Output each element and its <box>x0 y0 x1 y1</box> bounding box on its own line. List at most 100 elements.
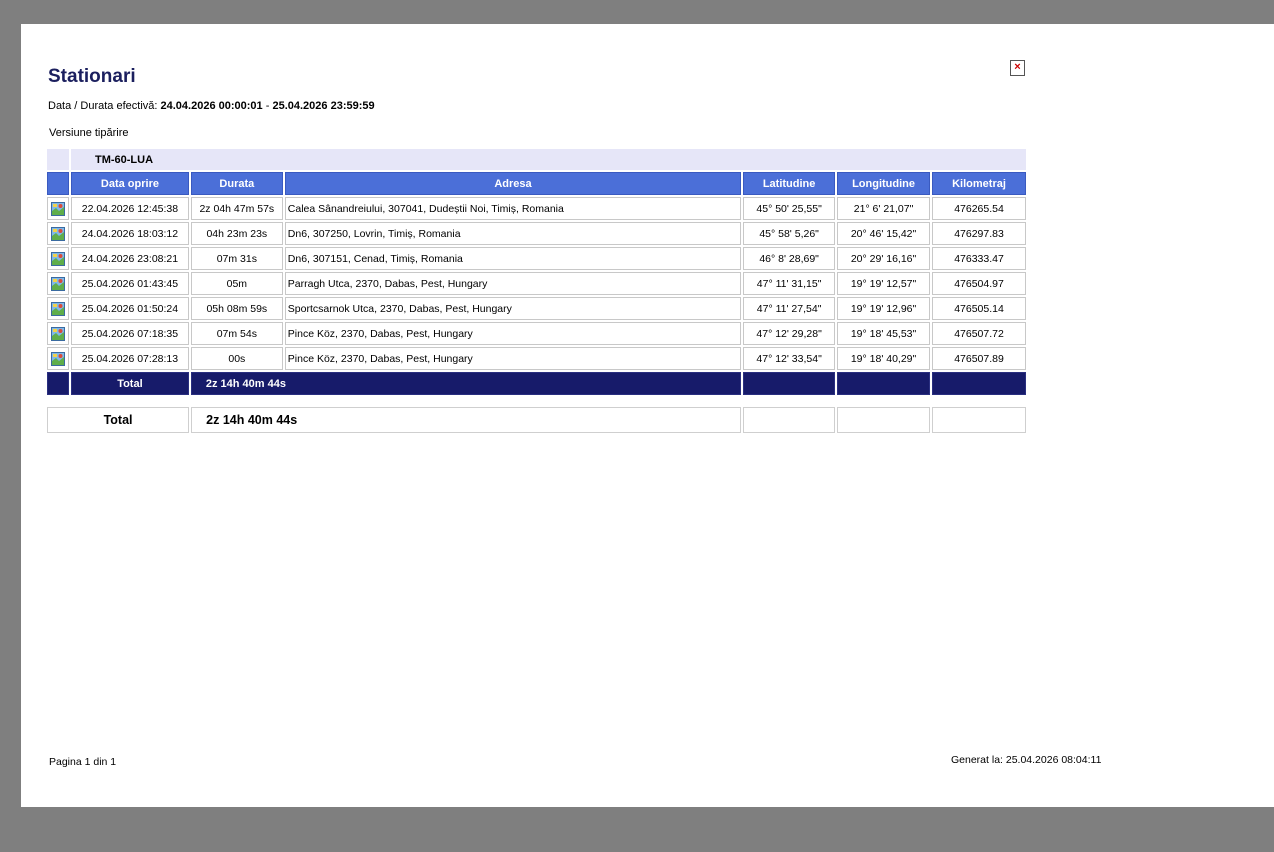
cell-mileage: 476504.97 <box>932 272 1026 295</box>
table-row: 25.04.2026 07:18:35 07m 54s Pince Köz, 237… <box>47 322 1026 345</box>
map-icon-cell <box>47 222 69 245</box>
table-row: 25.04.2026 01:50:24 05h 08m 59s Sportcsarn… <box>47 297 1026 320</box>
grand-total-table: Total 2z 14h 40m 44s <box>45 405 1028 435</box>
cell-stop-date: 24.04.2026 18:03:12 <box>70 222 189 245</box>
cell-longitude: 19° 18' 45,53" <box>837 322 931 345</box>
cell-longitude: 19° 18' 40,29" <box>837 347 931 370</box>
grand-total-duration: 2z 14h 40m 44s <box>191 407 741 433</box>
cell-address: Parragh Utca, 2370, Dabas, Pest, Hungary <box>284 272 742 295</box>
grand-total-row: Total 2z 14h 40m 44s <box>47 407 1026 433</box>
cell-longitude: 20° 29' 16,16" <box>837 247 931 270</box>
header-stop-date[interactable]: Data oprire <box>70 172 189 195</box>
cell-latitude: 47° 11' 31,15" <box>743 272 836 295</box>
table-row: 24.04.2026 23:08:21 07m 31s Dn6, 307151, C… <box>47 247 1026 270</box>
cell-duration: 05m <box>190 272 283 295</box>
header-mileage[interactable]: Kilometraj <box>932 172 1026 195</box>
map-icon-cell <box>47 272 69 295</box>
table-row: 25.04.2026 07:28:13 00s Pince Köz, 2370, D… <box>47 347 1026 370</box>
map-icon-cell <box>47 322 69 345</box>
cell-stop-date: 25.04.2026 07:18:35 <box>70 322 189 345</box>
vehicle-plate: TM-60-LUA <box>70 149 1026 170</box>
cell-longitude: 20° 46' 15,42" <box>837 222 931 245</box>
grand-total-empty-km <box>931 407 1026 433</box>
grand-total-label: Total <box>47 407 190 433</box>
map-icon-cell <box>47 197 69 220</box>
total-empty-lon <box>837 372 931 395</box>
map-icon[interactable] <box>50 351 65 366</box>
total-empty-km <box>932 372 1026 395</box>
map-icon[interactable] <box>50 326 65 341</box>
generated-timestamp: Generat la: 25.04.2026 08:04:11 <box>951 754 1102 766</box>
map-icon[interactable] <box>50 251 65 266</box>
cell-longitude: 21° 6' 21,07" <box>837 197 931 220</box>
cell-mileage: 476507.89 <box>932 347 1026 370</box>
map-icon[interactable] <box>50 226 65 241</box>
cell-duration: 05h 08m 59s <box>190 297 283 320</box>
header-address[interactable]: Adresa <box>284 172 742 195</box>
table-header: Data oprire Durata Adresa Latitudine Lon… <box>47 172 1026 195</box>
map-icon-cell <box>47 297 69 320</box>
table-row: 24.04.2026 18:03:12 04h 23m 23s Dn6, 30725… <box>47 222 1026 245</box>
vehicle-row: TM-60-LUA <box>47 149 1026 170</box>
header-duration[interactable]: Durata <box>190 172 283 195</box>
cell-longitude: 19° 19' 12,57" <box>837 272 931 295</box>
stops-table: TM-60-LUA Data oprire Durata Adresa Lati… <box>45 147 1028 397</box>
cell-stop-date: 22.04.2026 12:45:38 <box>70 197 189 220</box>
cell-duration: 07m 31s <box>190 247 283 270</box>
cell-stop-date: 25.04.2026 01:43:45 <box>70 272 189 295</box>
print-version-link[interactable]: Versiune tipărire <box>49 127 129 139</box>
cell-address: Pince Köz, 2370, Dabas, Pest, Hungary <box>284 322 742 345</box>
cell-mileage: 476333.47 <box>932 247 1026 270</box>
map-icon[interactable] <box>50 276 65 291</box>
table-row: 25.04.2026 01:43:45 05m Parragh Utca, 2370… <box>47 272 1026 295</box>
cell-address: Dn6, 307151, Cenad, Timiș, Romania <box>284 247 742 270</box>
cell-duration: 2z 04h 47m 57s <box>190 197 283 220</box>
map-icon-cell <box>47 347 69 370</box>
grand-total-empty-lat <box>742 407 835 433</box>
page-info: Pagina 1 din 1 <box>49 756 117 768</box>
page-title: Stationari <box>48 66 136 87</box>
period-label: Data / Durata efectivă: <box>48 100 158 112</box>
total-empty-lat <box>743 372 836 395</box>
period-start: 24.04.2026 00:00:01 <box>160 100 263 112</box>
period-end: 25.04.2026 23:59:59 <box>272 100 375 112</box>
cell-duration: 07m 54s <box>190 322 283 345</box>
cell-mileage: 476297.83 <box>932 222 1026 245</box>
cell-address: Pince Köz, 2370, Dabas, Pest, Hungary <box>284 347 742 370</box>
cell-address: Sportcsarnok Utca, 2370, Dabas, Pest, Hu… <box>284 297 742 320</box>
period-separator: - <box>265 100 270 112</box>
map-icon[interactable] <box>50 301 65 316</box>
cell-latitude: 45° 58' 5,26" <box>743 222 836 245</box>
vehicle-row-spacer <box>47 149 69 170</box>
cell-stop-date: 24.04.2026 23:08:21 <box>70 247 189 270</box>
header-icon-column <box>47 172 69 195</box>
period-line: Data / Durata efectivă: 24.04.2026 00:00… <box>48 100 375 112</box>
header-latitude[interactable]: Latitudine <box>743 172 836 195</box>
cell-mileage: 476265.54 <box>932 197 1026 220</box>
cell-stop-date: 25.04.2026 01:50:24 <box>70 297 189 320</box>
cell-mileage: 476505.14 <box>932 297 1026 320</box>
cell-duration: 04h 23m 23s <box>190 222 283 245</box>
cell-stop-date: 25.04.2026 07:28:13 <box>70 347 189 370</box>
cell-latitude: 46° 8' 28,69" <box>743 247 836 270</box>
cell-latitude: 47° 12' 33,54" <box>743 347 836 370</box>
vehicle-total-label: Total <box>70 372 189 395</box>
total-spacer <box>47 372 69 395</box>
cell-address: Dn6, 307250, Lovrin, Timiș, Romania <box>284 222 742 245</box>
cell-latitude: 45° 50' 25,55" <box>743 197 836 220</box>
report-page: Stationari × Data / Durata efectivă: 24.… <box>21 24 1274 807</box>
map-icon-cell <box>47 247 69 270</box>
vehicle-total-row: Total 2z 14h 40m 44s <box>47 372 1026 395</box>
cell-address: Calea Sânandreiului, 307041, Dudeștii No… <box>284 197 742 220</box>
cell-duration: 00s <box>190 347 283 370</box>
grand-total-empty-lon <box>836 407 930 433</box>
cell-latitude: 47° 12' 29,28" <box>743 322 836 345</box>
cell-mileage: 476507.72 <box>932 322 1026 345</box>
map-icon[interactable] <box>50 201 65 216</box>
header-longitude[interactable]: Longitudine <box>837 172 931 195</box>
table-row: 22.04.2026 12:45:38 2z 04h 47m 57s Calea S… <box>47 197 1026 220</box>
vehicle-total-duration: 2z 14h 40m 44s <box>190 372 742 395</box>
cell-latitude: 47° 11' 27,54" <box>743 297 836 320</box>
close-icon[interactable]: × <box>1010 60 1025 76</box>
cell-longitude: 19° 19' 12,96" <box>837 297 931 320</box>
